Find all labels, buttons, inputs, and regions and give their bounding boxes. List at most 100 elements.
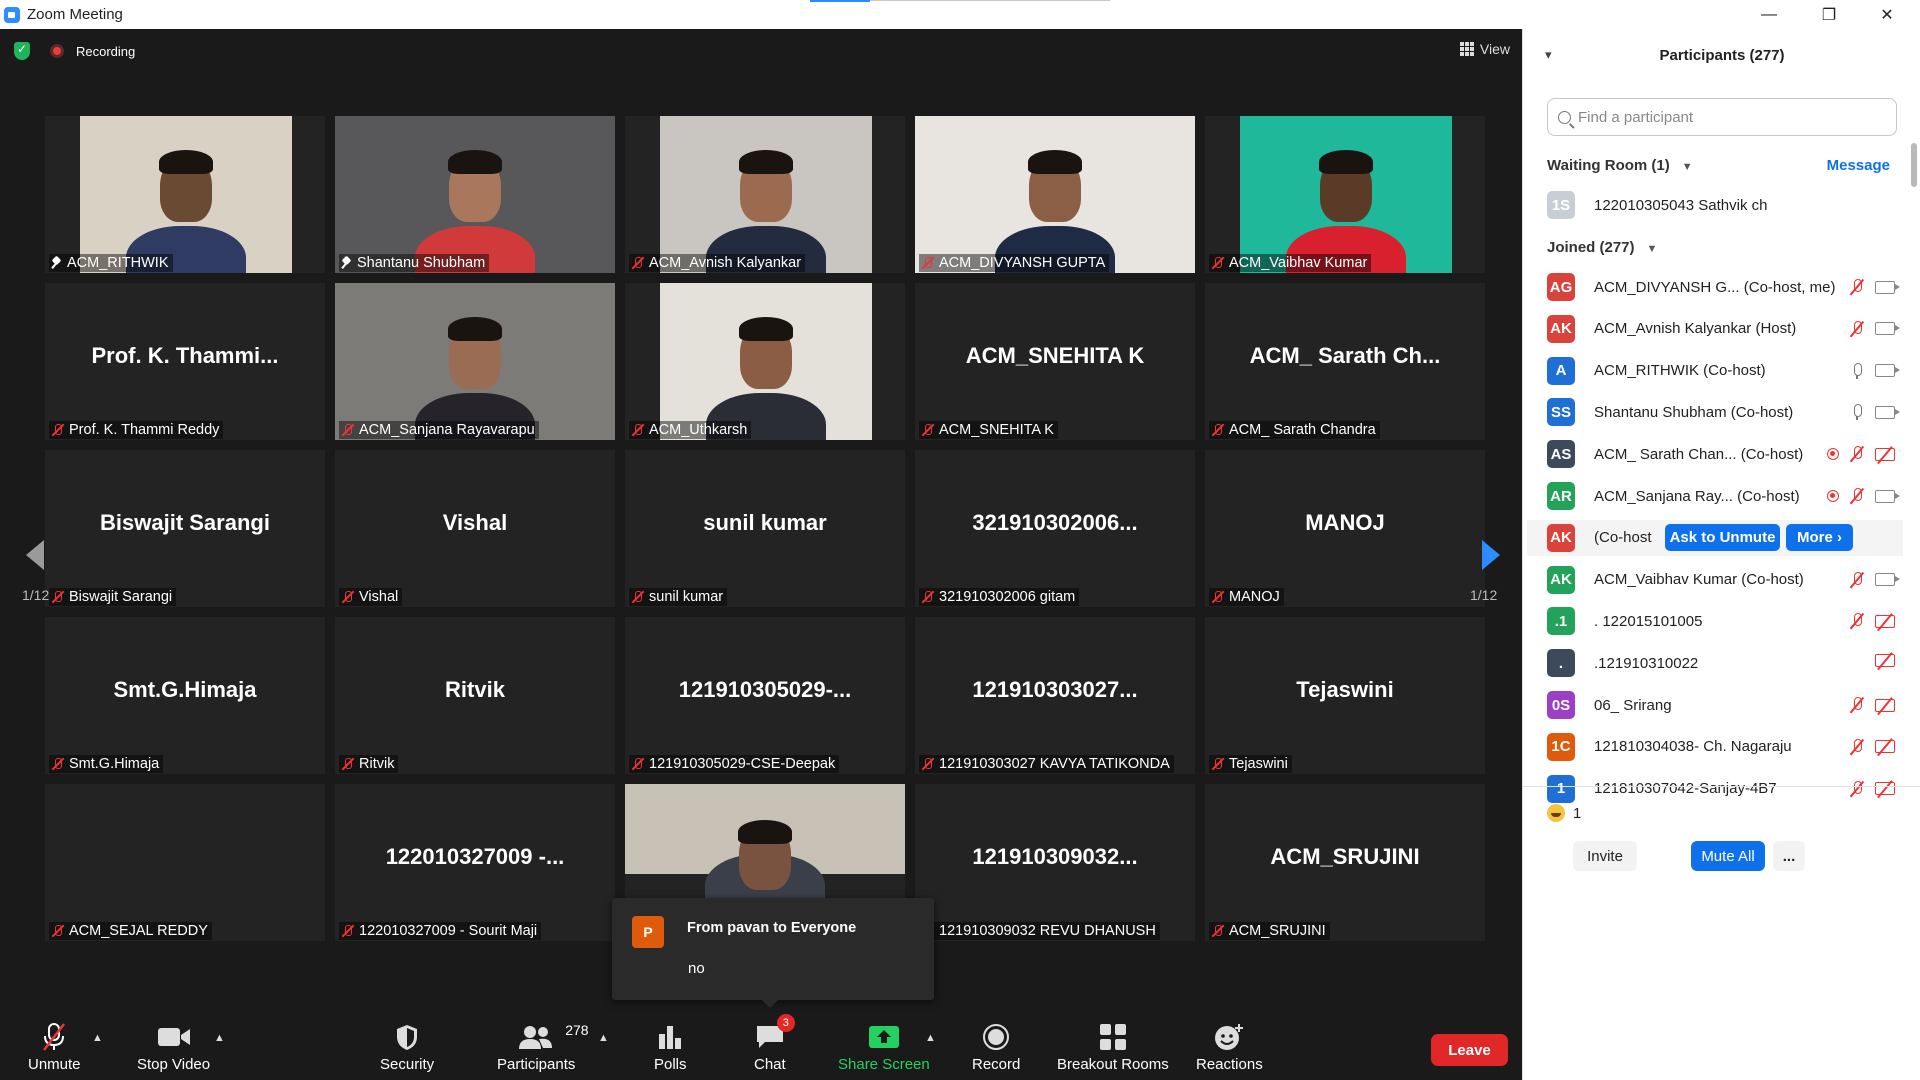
- participant-row[interactable]: 1C 121810304038- Ch. Nagaraju: [1547, 729, 1901, 765]
- video-tile[interactable]: ACM_DIVYANSH GUPTA: [915, 116, 1195, 273]
- participant-row[interactable]: . .121910310022: [1547, 645, 1901, 681]
- chat-notification[interactable]: P From pavan to Everyone no: [612, 898, 934, 1008]
- reactions-button[interactable]: Reactions: [1196, 1022, 1263, 1073]
- chat-button[interactable]: 3 Chat: [754, 1014, 795, 1073]
- video-tile[interactable]: ACM_Uthkarsh: [625, 283, 905, 440]
- video-camera-icon[interactable]: [1875, 280, 1900, 294]
- video-tile[interactable]: 121910303027... 121910303027 KAVYA TATIKO…: [915, 617, 1195, 774]
- video-tile[interactable]: ACM_Sanjana Rayavarapu: [335, 283, 615, 440]
- minimize-button[interactable]: —: [1740, 0, 1798, 29]
- video-tile[interactable]: ACM_SRUJINI ACM_SRUJINI: [1205, 784, 1485, 941]
- stop-video-button[interactable]: Stop Video: [137, 1022, 210, 1073]
- avatar: AS: [1547, 440, 1575, 469]
- view-button[interactable]: View: [1459, 41, 1510, 57]
- waiting-participant-row[interactable]: 1S 122010305043 Sathvik ch: [1547, 187, 1901, 223]
- participant-row[interactable]: AK (Co-host Ask to Unmute More ›: [1527, 519, 1903, 556]
- participant-row[interactable]: AK ACM_Avnish Kalyankar (Host): [1547, 311, 1901, 347]
- microphone-icon[interactable]: [1849, 362, 1865, 380]
- video-off-icon[interactable]: [1875, 698, 1895, 712]
- video-tile[interactable]: ACM_Avnish Kalyankar: [625, 116, 905, 273]
- participant-row[interactable]: 0S 06_ Srirang: [1547, 687, 1901, 723]
- video-tile[interactable]: 121910305029-... 121910305029-CSE-Deepak: [625, 617, 905, 774]
- participants-button[interactable]: 278 Participants: [497, 1022, 589, 1073]
- tile-name-label: Biswajit Sarangi: [49, 588, 177, 606]
- video-tile[interactable]: Tejaswini Tejaswini: [1205, 617, 1485, 774]
- muted-microphone-icon[interactable]: [1849, 320, 1865, 338]
- audio-options-chevron-icon[interactable]: ▲: [92, 1032, 103, 1044]
- record-button[interactable]: Record: [972, 1022, 1020, 1073]
- video-tile[interactable]: ACM_SNEHITA K ACM_SNEHITA K: [915, 283, 1195, 440]
- video-off-icon[interactable]: [1875, 740, 1895, 754]
- participant-row[interactable]: .1 . 122015101005: [1547, 603, 1901, 639]
- muted-microphone-icon[interactable]: [1849, 696, 1865, 714]
- video-options-chevron-icon[interactable]: ▲: [214, 1032, 225, 1044]
- participant-status-icons: [1849, 278, 1900, 296]
- muted-microphone-icon[interactable]: [1849, 738, 1865, 756]
- video-tile[interactable]: Smt.G.Himaja Smt.G.Himaja: [45, 617, 325, 774]
- participant-row[interactable]: AR ACM_Sanjana Ray... (Co-host): [1547, 478, 1901, 514]
- invite-button[interactable]: Invite: [1573, 841, 1637, 871]
- breakout-rooms-button[interactable]: Breakout Rooms: [1057, 1022, 1169, 1073]
- muted-microphone-icon[interactable]: [1849, 612, 1865, 630]
- close-button[interactable]: ✕: [1858, 0, 1916, 29]
- video-off-icon[interactable]: [1875, 782, 1895, 796]
- video-tile[interactable]: 321910302006... 321910302006 gitam: [915, 450, 1195, 607]
- video-tile[interactable]: 121910309032... 121910309032 REVU DHANUSH: [915, 784, 1195, 941]
- leave-button[interactable]: Leave: [1431, 1034, 1508, 1066]
- message-waiting-room-button[interactable]: Message: [1827, 157, 1890, 174]
- muted-microphone-icon[interactable]: [1849, 278, 1865, 296]
- participant-search-input[interactable]: Find a participant: [1547, 98, 1897, 136]
- participant-row[interactable]: 1 121810307042-Sanjay-4B7: [1547, 771, 1901, 807]
- video-tile[interactable]: ACM_Vaibhav Kumar: [1205, 116, 1485, 273]
- video-tile[interactable]: Ritvik Ritvik: [335, 617, 615, 774]
- video-tile[interactable]: Prof. K. Thammi... Prof. K. Thammi Reddy: [45, 283, 325, 440]
- security-button[interactable]: Security: [380, 1022, 434, 1073]
- next-page-arrow-icon[interactable]: [1480, 538, 1502, 572]
- video-tile[interactable]: MANOJ MANOJ: [1205, 450, 1485, 607]
- video-off-icon[interactable]: [1875, 447, 1895, 461]
- mute-all-button[interactable]: Mute All: [1691, 841, 1765, 871]
- microphone-icon[interactable]: [1849, 403, 1865, 421]
- video-tile[interactable]: sunil kumar sunil kumar: [625, 450, 905, 607]
- share-options-chevron-icon[interactable]: ▲: [925, 1032, 936, 1044]
- video-camera-icon[interactable]: [1875, 489, 1900, 503]
- video-tile[interactable]: Shantanu Shubham: [335, 116, 615, 273]
- previous-page-arrow-icon[interactable]: [24, 538, 46, 572]
- muted-microphone-icon[interactable]: [1849, 487, 1865, 505]
- restore-button[interactable]: ❐: [1800, 0, 1858, 29]
- more-options-button[interactable]: ...: [1773, 841, 1805, 871]
- video-tile[interactable]: ACM_RITHWIK: [45, 116, 325, 273]
- video-camera-icon[interactable]: [1875, 405, 1900, 419]
- muted-microphone-icon[interactable]: [1849, 571, 1865, 589]
- video-tile[interactable]: ACM_SEJAL REDDY: [45, 784, 325, 941]
- ask-to-unmute-button[interactable]: Ask to Unmute: [1665, 523, 1780, 551]
- video-camera-icon[interactable]: [1875, 573, 1900, 587]
- participant-row[interactable]: A ACM_RITHWIK (Co-host): [1547, 353, 1901, 389]
- muted-microphone-icon[interactable]: [1849, 780, 1865, 798]
- participant-row[interactable]: AS ACM_ Sarath Chan... (Co-host): [1547, 436, 1901, 472]
- share-screen-button[interactable]: Share Screen: [838, 1022, 930, 1073]
- video-camera-icon[interactable]: [1875, 322, 1900, 336]
- waiting-room-header[interactable]: Waiting Room (1) ▼: [1547, 157, 1693, 174]
- joined-header[interactable]: Joined (277) ▼: [1547, 239, 1657, 256]
- video-camera-icon[interactable]: [1875, 364, 1900, 378]
- participant-row[interactable]: AK ACM_Vaibhav Kumar (Co-host): [1547, 562, 1901, 598]
- video-off-icon[interactable]: [1875, 614, 1895, 628]
- encryption-shield-icon[interactable]: [14, 42, 30, 60]
- video-tile[interactable]: 122010327009 -... 122010327009 - Sourit M…: [335, 784, 615, 941]
- participant-row[interactable]: SS Shantanu Shubham (Co-host): [1547, 394, 1901, 430]
- more-button[interactable]: More ›: [1786, 523, 1853, 551]
- breakout-rooms-label: Breakout Rooms: [1057, 1056, 1169, 1073]
- panel-scrollbar[interactable]: [1911, 143, 1917, 187]
- video-tile[interactable]: ACM_ Sarath Ch... ACM_ Sarath Chandra: [1205, 283, 1485, 440]
- participants-options-chevron-icon[interactable]: ▲: [598, 1032, 609, 1044]
- participant-row[interactable]: AG ACM_DIVYANSH G... (Co-host, me): [1547, 269, 1901, 305]
- drag-handle[interactable]: [810, 0, 870, 2]
- muted-microphone-icon[interactable]: [1849, 445, 1865, 463]
- video-tile[interactable]: Biswajit Sarangi Biswajit Sarangi: [45, 450, 325, 607]
- video-off-icon[interactable]: [1875, 654, 1895, 668]
- meeting-toolbar: Unmute ▲ Stop Video ▲ Security 278 Parti…: [0, 1014, 1522, 1080]
- video-tile[interactable]: Vishal Vishal: [335, 450, 615, 607]
- polls-button[interactable]: Polls: [654, 1022, 687, 1073]
- unmute-button[interactable]: Unmute: [28, 1022, 81, 1073]
